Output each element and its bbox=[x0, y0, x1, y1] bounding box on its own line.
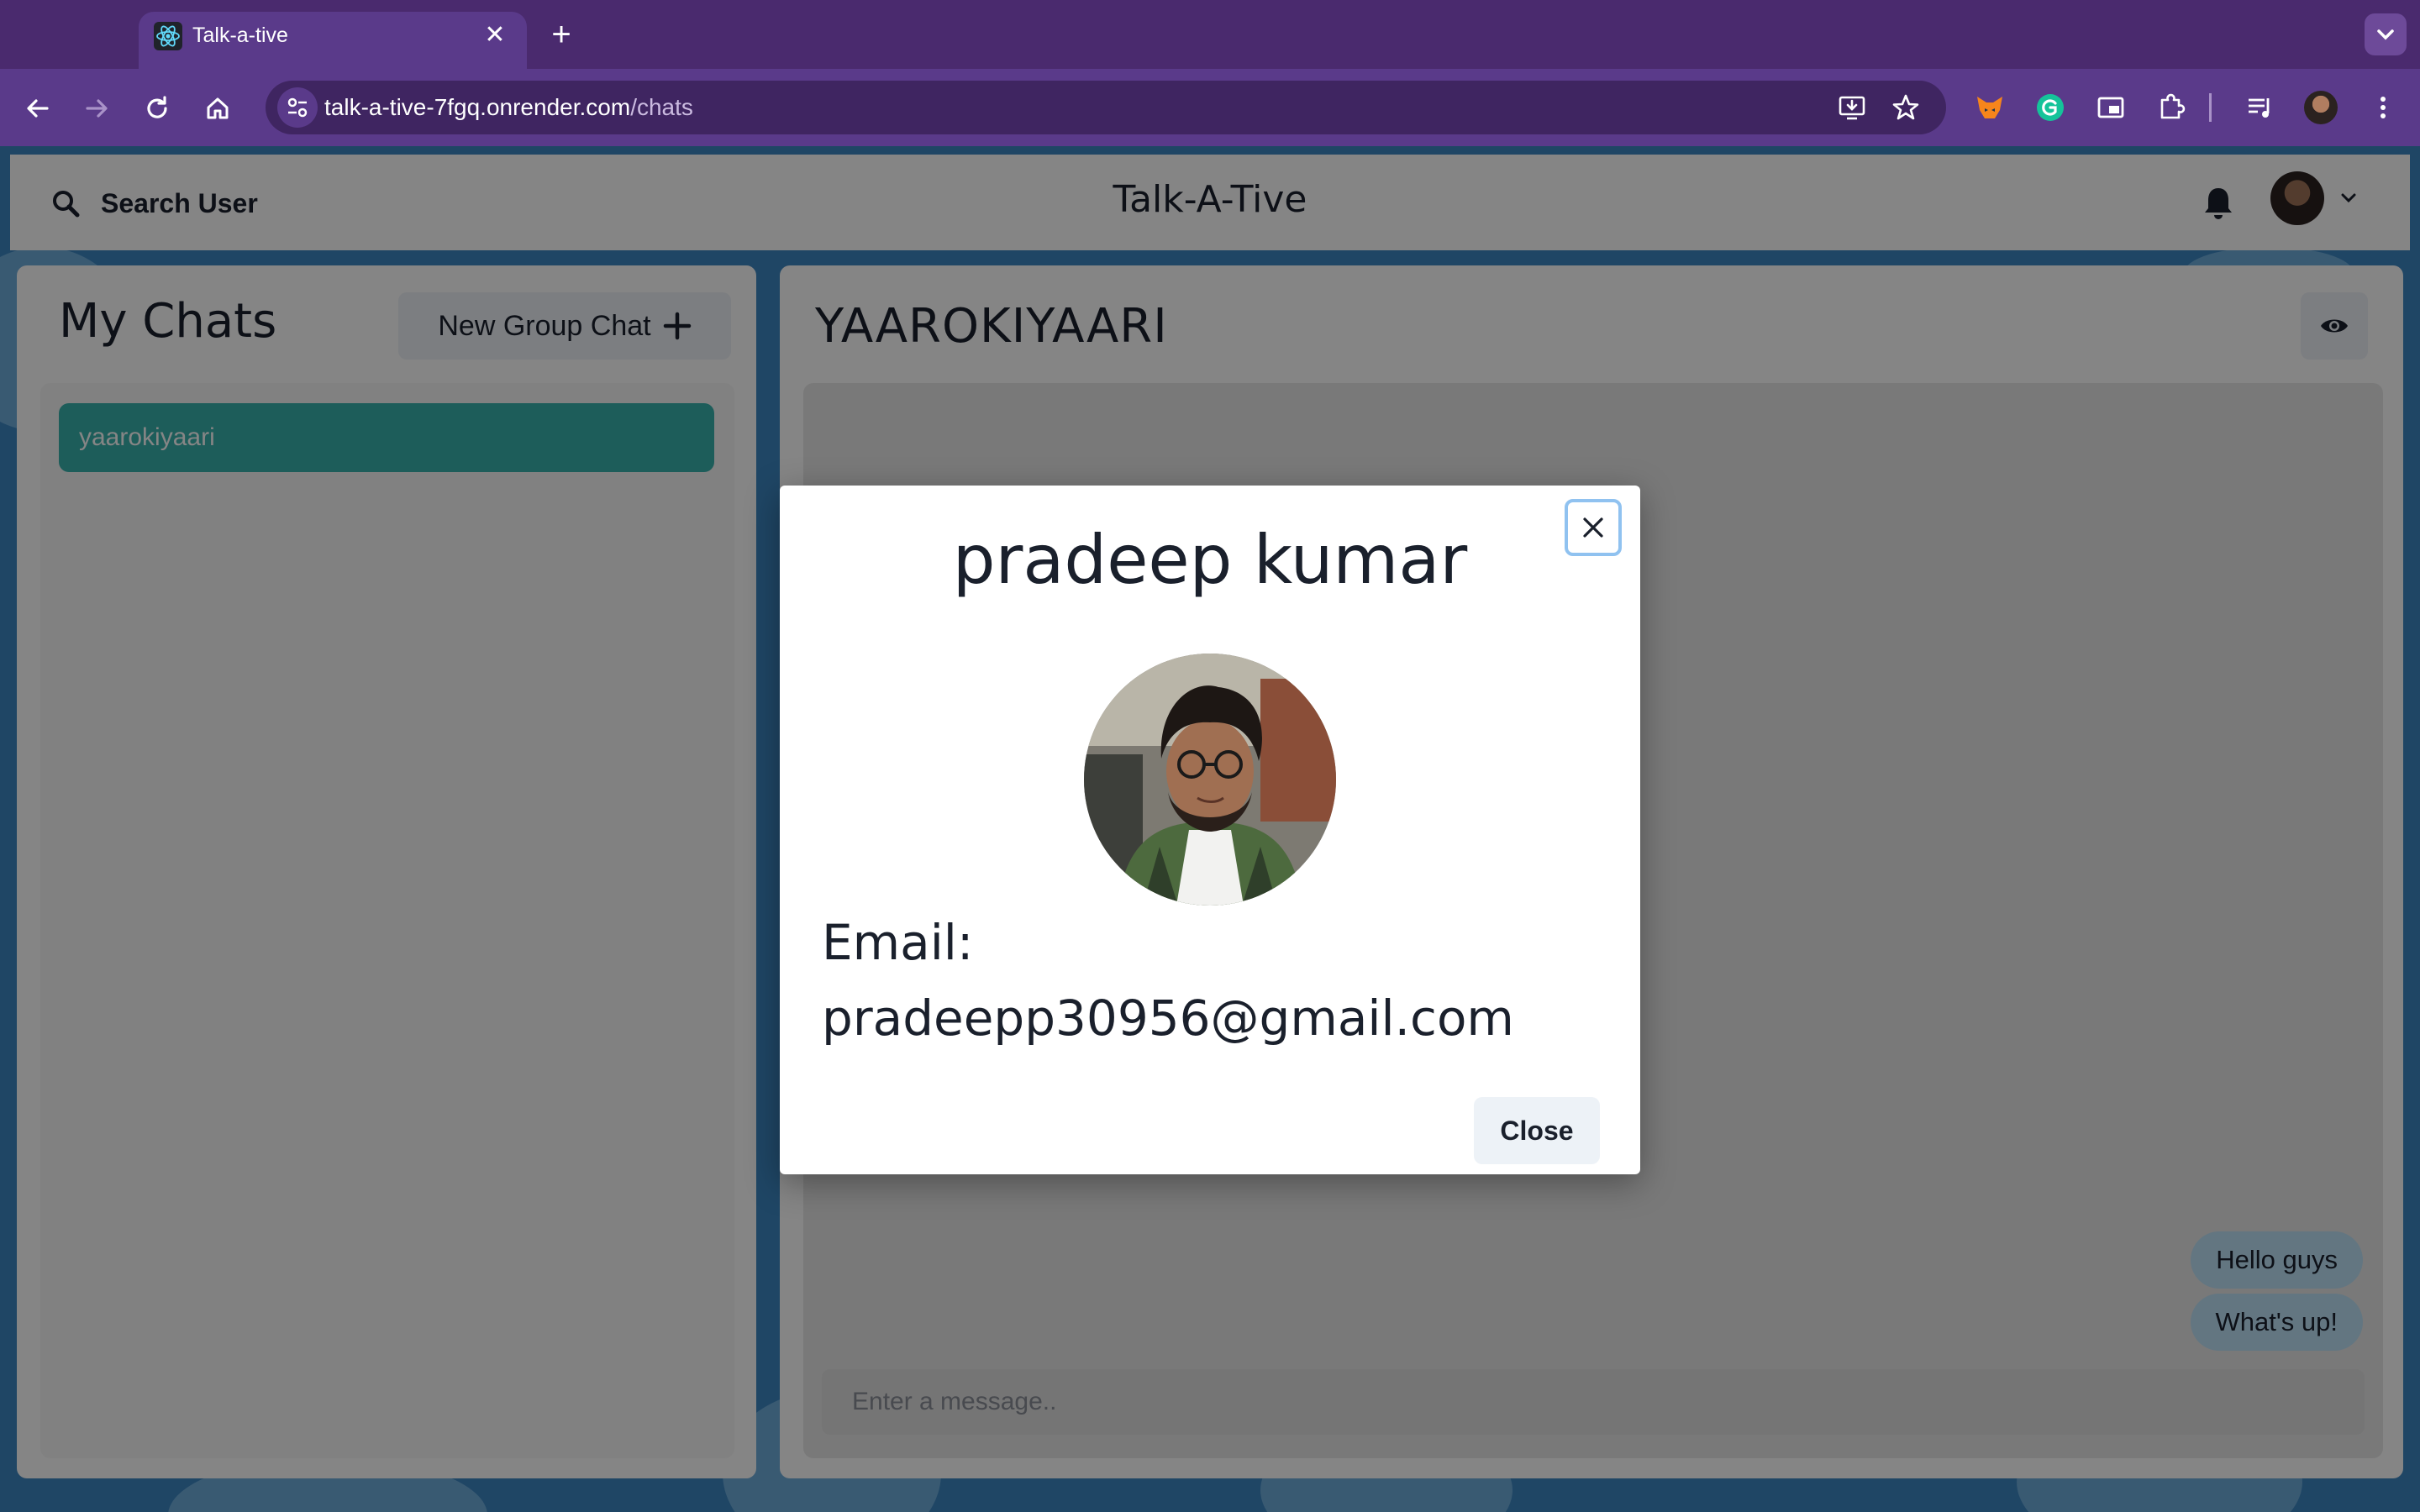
home-icon bbox=[207, 97, 229, 119]
reload-button[interactable] bbox=[136, 87, 178, 129]
chevron-down-icon bbox=[2377, 29, 2394, 40]
home-button[interactable] bbox=[197, 87, 239, 129]
tab-title: Talk-a-tive bbox=[192, 24, 288, 47]
browser-menu-button[interactable] bbox=[2363, 87, 2403, 128]
media-controls-button[interactable] bbox=[2240, 87, 2281, 128]
install-app-button[interactable] bbox=[1833, 89, 1870, 126]
address-bar[interactable]: talk-a-tive-7fgq.onrender.com/chats bbox=[266, 81, 1946, 134]
new-tab-button[interactable]: + bbox=[544, 15, 578, 54]
react-atom-icon bbox=[154, 22, 182, 50]
picture-in-picture-icon bbox=[2097, 97, 2124, 118]
tune-icon bbox=[287, 97, 308, 118]
browser-tab-strip: Talk-a-tive ✕ + bbox=[0, 0, 2420, 69]
toolbar-divider bbox=[2208, 87, 2212, 128]
install-icon bbox=[1839, 96, 1865, 120]
url-path: /chats bbox=[630, 94, 693, 120]
url-host: talk-a-tive-7fgq.onrender.com bbox=[324, 94, 631, 120]
extensions-button[interactable] bbox=[2151, 87, 2191, 128]
reload-icon bbox=[147, 96, 167, 118]
back-button[interactable] bbox=[17, 87, 59, 129]
tab-search-button[interactable] bbox=[2365, 13, 2407, 55]
site-info-button[interactable] bbox=[277, 87, 318, 128]
url-text: talk-a-tive-7fgq.onrender.com/chats bbox=[324, 94, 693, 121]
close-button[interactable]: Close bbox=[1474, 1097, 1600, 1164]
email-value: pradeepp30956@gmail.com bbox=[822, 990, 1514, 1047]
browser-tab[interactable]: Talk-a-tive ✕ bbox=[139, 12, 527, 69]
picture-in-picture-extension[interactable] bbox=[2091, 87, 2131, 128]
bookmark-button[interactable] bbox=[1887, 89, 1924, 126]
fox-icon bbox=[1977, 97, 2002, 118]
puzzle-icon bbox=[2160, 93, 2186, 119]
metamask-extension[interactable] bbox=[1970, 87, 2010, 128]
email-label: Email: bbox=[822, 914, 974, 971]
browser-toolbar: talk-a-tive-7fgq.onrender.com/chats bbox=[0, 69, 2420, 146]
profile-avatar bbox=[2304, 91, 2338, 124]
star-icon bbox=[1892, 94, 1919, 120]
forward-button[interactable] bbox=[76, 87, 118, 129]
arrow-left-icon bbox=[27, 99, 49, 118]
more-vert-icon bbox=[2381, 97, 2386, 118]
arrow-right-icon bbox=[86, 99, 108, 118]
browser-profile-button[interactable] bbox=[2301, 87, 2341, 128]
queue-music-icon bbox=[2249, 98, 2270, 118]
profile-picture bbox=[1084, 654, 1336, 906]
grammarly-icon bbox=[2037, 94, 2064, 121]
profile-name: pradeep kumar bbox=[952, 521, 1468, 599]
grammarly-extension[interactable] bbox=[2030, 87, 2070, 128]
tab-close-icon[interactable]: ✕ bbox=[478, 18, 512, 52]
profile-modal: pradeep kumar Email: pradeepp30956@gmail… bbox=[780, 486, 1640, 1174]
